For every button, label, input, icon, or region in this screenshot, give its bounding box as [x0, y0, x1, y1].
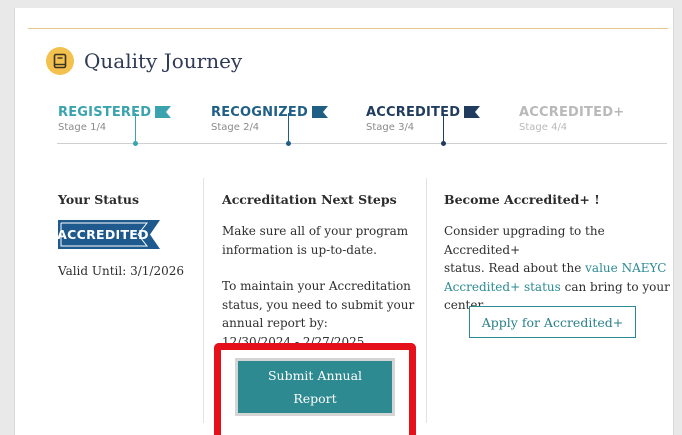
stage-marker	[133, 141, 138, 146]
button-label-line: Submit Annual	[267, 368, 363, 383]
stage-registered: REGISTERED Stage 1/4	[58, 105, 172, 133]
text-line: Consider upgrading to the Accredited+	[444, 224, 605, 257]
stage-pole	[443, 113, 444, 143]
stage-accredited: ACCREDITED Stage 3/4	[366, 105, 481, 133]
text-line: status, you need to submit your	[222, 297, 415, 312]
stage-pole	[135, 113, 136, 143]
stage-name: ACCREDITED+	[519, 105, 625, 120]
stage-number: Stage 4/4	[519, 122, 568, 133]
status-title: Your Status	[58, 192, 139, 207]
page-title: Quality Journey	[84, 49, 243, 73]
stage-accredited-plus: ACCREDITED+ Stage 4/4	[519, 105, 624, 133]
flag-icon	[464, 105, 481, 118]
stage-recognized: RECOGNIZED Stage 2/4	[211, 105, 328, 133]
stage-name: ACCREDITED	[366, 105, 461, 120]
apply-accredited-plus-button[interactable]: Apply for Accredited+	[469, 306, 636, 338]
stage-name: RECOGNIZED	[211, 105, 308, 120]
naeyc-value-link[interactable]: value NAEYC	[585, 261, 666, 275]
text-line: status. Read about the value NAEYC	[444, 259, 682, 278]
stage-pole	[288, 113, 289, 143]
column-divider	[426, 178, 427, 423]
button-label-line: Report	[293, 391, 337, 406]
text-line: annual report by:	[222, 316, 328, 330]
stage-number: Stage 2/4	[211, 122, 260, 133]
upgrade-column: Become Accredited+ ! Consider upgrading …	[444, 192, 682, 315]
flag-icon	[155, 105, 172, 118]
text-fragment: can bring to your	[560, 279, 670, 294]
stage-name: REGISTERED	[58, 105, 152, 120]
stage-number: Stage 1/4	[58, 122, 107, 133]
status-badge-label: ACCREDITED	[57, 227, 149, 242]
section-header: Quality Journey	[46, 47, 242, 75]
top-divider	[28, 28, 668, 29]
stage-number: Stage 3/4	[366, 122, 415, 133]
valid-until: Valid Until: 3/1/2026	[58, 264, 184, 278]
next-steps-info: Make sure all of your program informatio…	[222, 222, 414, 259]
stage-marker	[286, 141, 291, 146]
upgrade-text: Consider upgrading to the Accredited+ st…	[444, 222, 682, 315]
progress-track	[57, 143, 667, 144]
status-column: Your Status	[58, 192, 139, 207]
text-line: To maintain your Accreditation	[222, 279, 411, 293]
text-line: Accredited+ status can bring to your	[444, 278, 682, 297]
stage-marker	[441, 141, 446, 146]
column-divider	[203, 178, 204, 423]
status-badge: ACCREDITED	[57, 220, 160, 249]
submit-annual-report-button[interactable]: Submit Annual Report	[235, 358, 395, 416]
upgrade-title: Become Accredited+ !	[444, 192, 600, 207]
next-steps-deadline: To maintain your Accreditation status, y…	[222, 277, 414, 351]
accredited-plus-status-link[interactable]: Accredited+ status	[444, 280, 561, 294]
flag-icon	[311, 105, 328, 118]
text-fragment: status. Read about the	[444, 261, 586, 275]
next-steps-title: Accreditation Next Steps	[222, 192, 397, 207]
book-icon	[46, 47, 74, 75]
next-steps-column: Accreditation Next Steps Make sure all o…	[222, 192, 414, 351]
text-line: Make sure all of your program	[222, 224, 409, 238]
text-line: information is up-to-date.	[222, 242, 377, 257]
